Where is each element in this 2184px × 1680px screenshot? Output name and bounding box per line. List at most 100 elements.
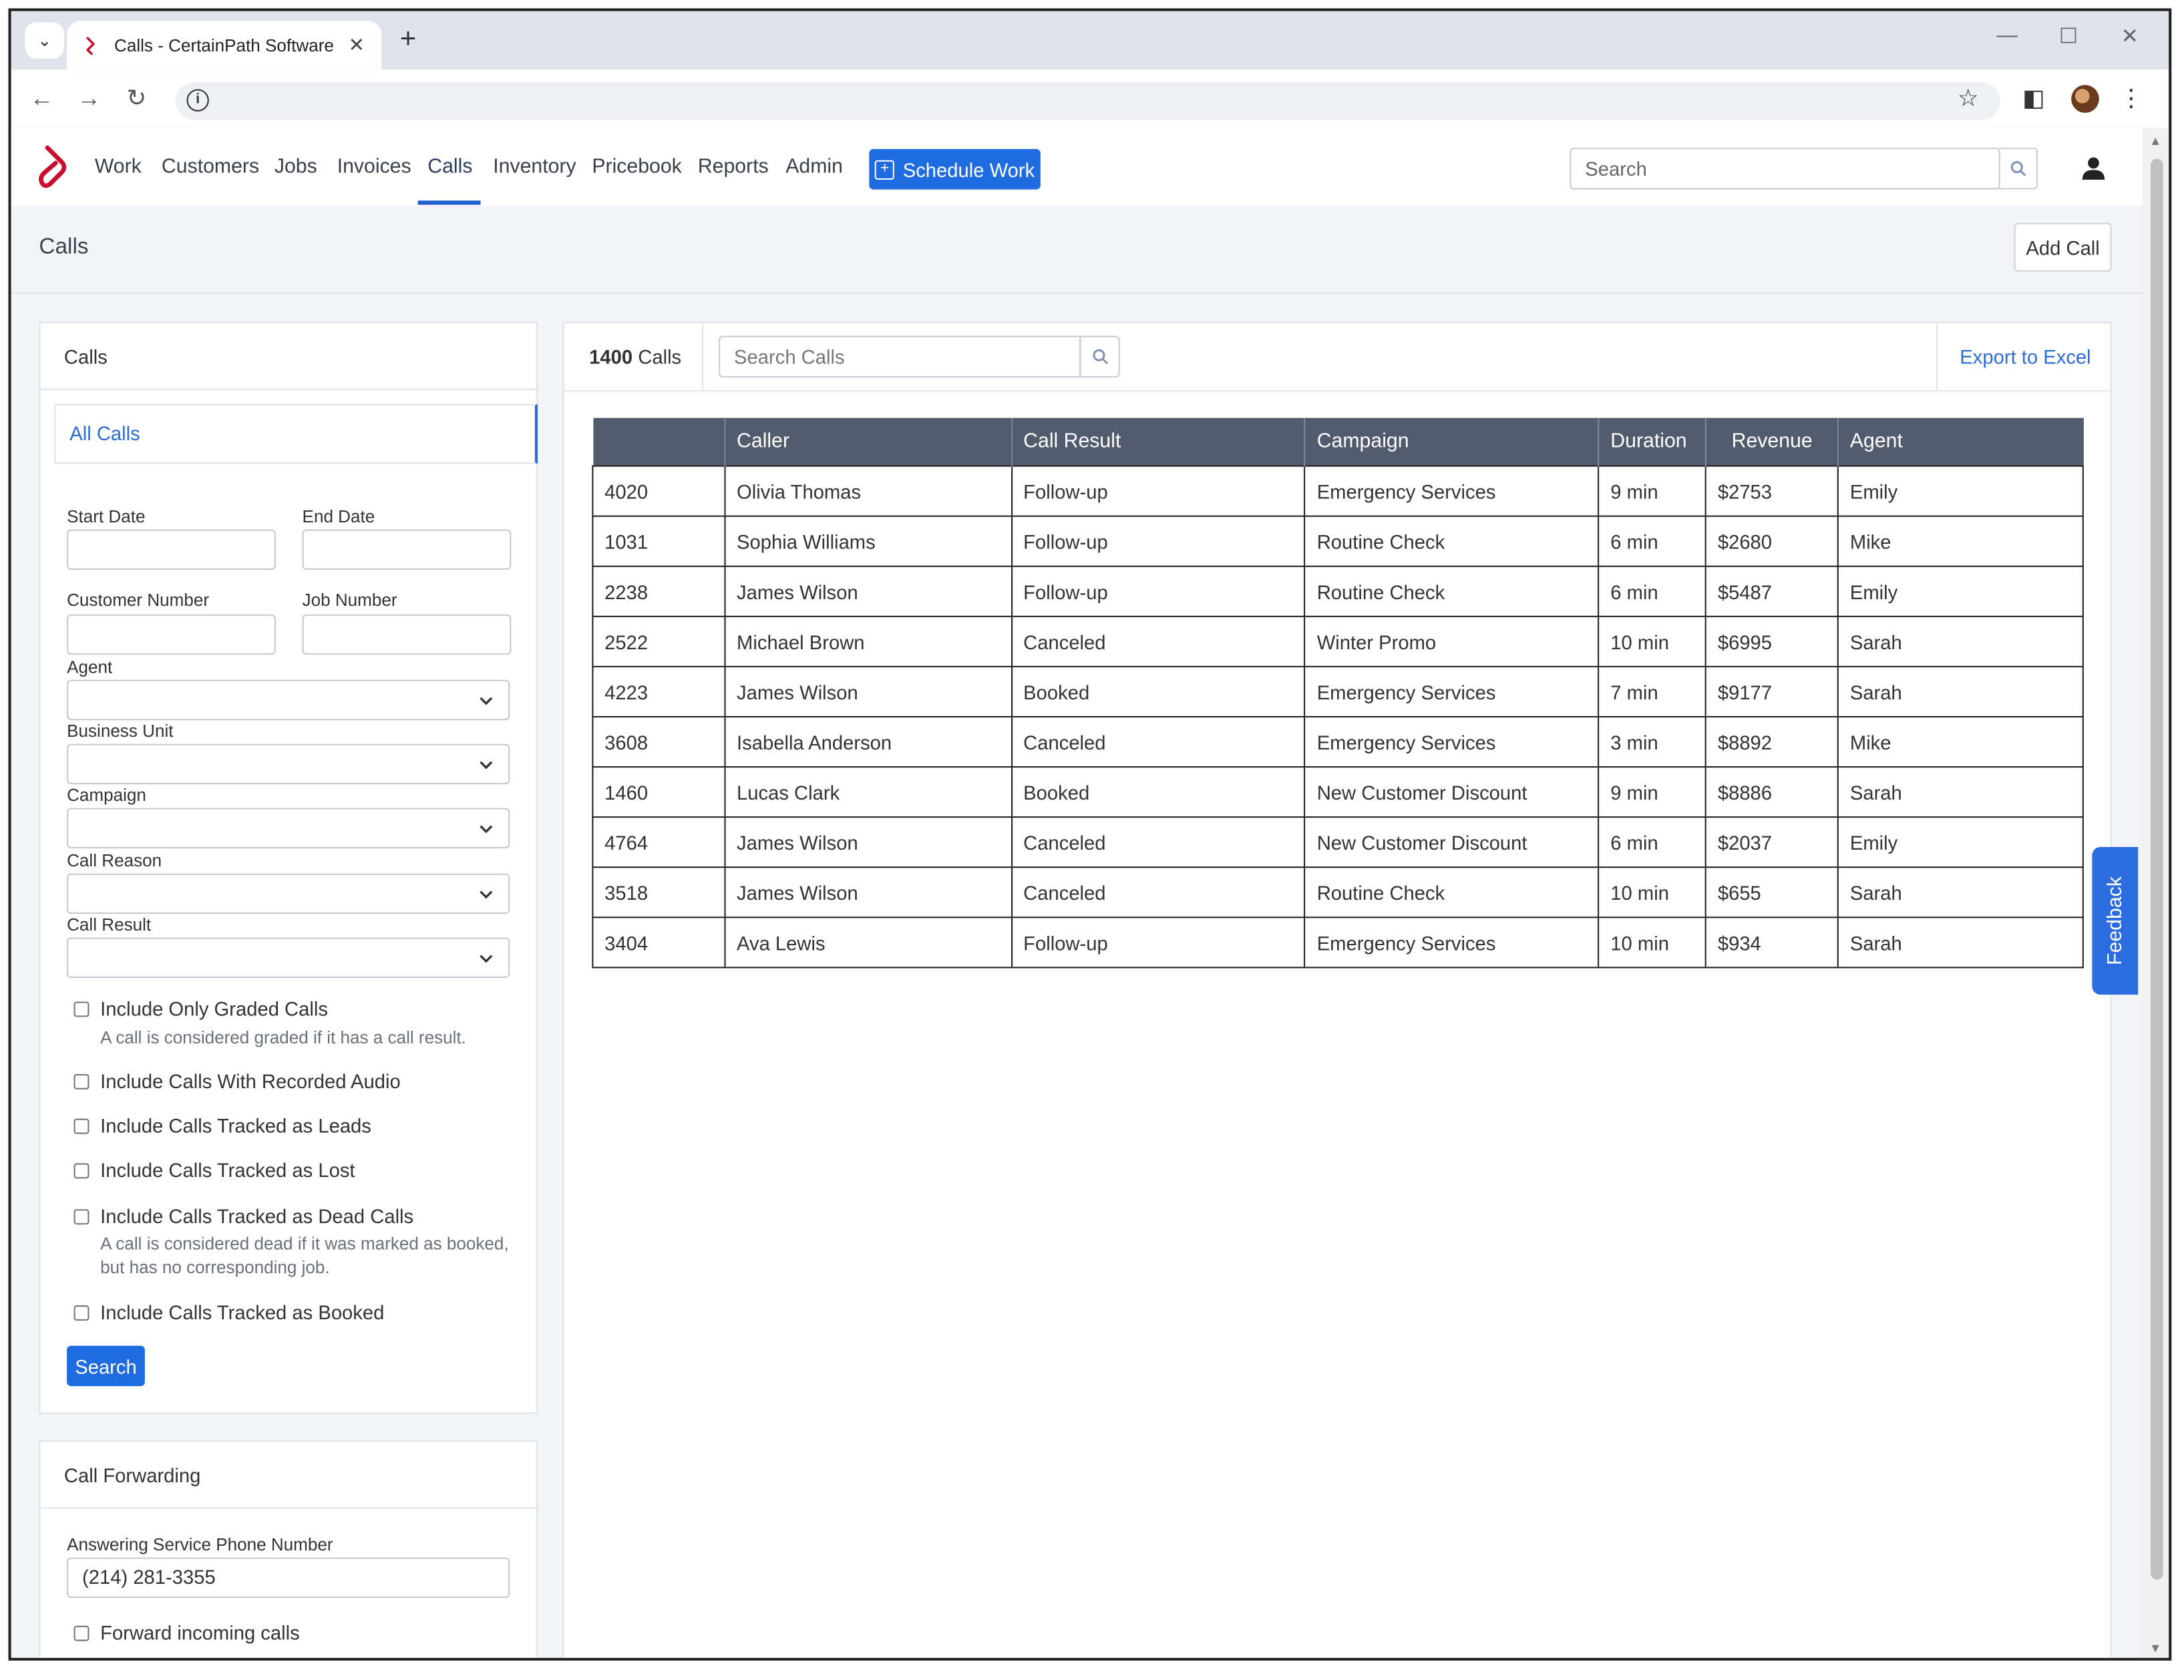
forward-calls-option[interactable]: Forward incoming calls <box>73 1622 300 1644</box>
browser-tab[interactable]: Calls - CertainPath Software ✕ <box>67 21 382 70</box>
column-header-revenue[interactable]: Revenue <box>1706 417 1839 466</box>
table-cell-caller[interactable]: Sophia Williams <box>724 515 1013 567</box>
add-call-button[interactable]: Add Call <box>2014 222 2112 272</box>
global-search-button[interactable] <box>1998 148 2038 190</box>
table-row[interactable]: 2238 James Wilson Follow-up Routine Check 6 … <box>592 565 2084 617</box>
answering-phone-input[interactable]: (214) 281-3355 <box>67 1557 510 1599</box>
column-header-agent[interactable]: Agent <box>1838 417 2083 466</box>
tab-close-icon[interactable]: ✕ <box>345 33 367 57</box>
nav-jobs[interactable]: Jobs <box>275 156 317 178</box>
calls-search-button[interactable] <box>1079 335 1120 378</box>
column-header-call-result[interactable]: Call Result <box>1011 417 1306 466</box>
job-number-input[interactable] <box>302 614 512 655</box>
nav-admin[interactable]: Admin <box>785 156 843 178</box>
schedule-work-button[interactable]: + Schedule Work <box>869 149 1041 190</box>
address-bar[interactable]: i <box>175 82 2000 120</box>
graded-calls-checkbox[interactable] <box>73 1001 89 1017</box>
certainpath-logo-icon[interactable] <box>33 142 78 192</box>
table-row[interactable]: 4764 James Wilson Canceled New Customer Dis… <box>592 816 2084 868</box>
table-row[interactable]: 3518 James Wilson Canceled Routine Check 10 … <box>592 866 2084 918</box>
nav-pricebook[interactable]: Pricebook <box>592 156 681 178</box>
table-cell-caller[interactable]: Michael Brown <box>724 615 1013 667</box>
column-header-campaign[interactable]: Campaign <box>1304 417 1600 466</box>
site-info-icon[interactable]: i <box>186 89 209 112</box>
column-header-duration[interactable]: Duration <box>1598 417 1707 466</box>
call-reason-select[interactable] <box>67 873 510 914</box>
agent-select[interactable] <box>67 679 510 721</box>
scrollbar-thumb[interactable] <box>2151 158 2163 1580</box>
nav-calls[interactable]: Calls <box>427 156 472 178</box>
table-cell-id[interactable]: 3518 <box>592 866 726 918</box>
filter-search-button[interactable]: Search <box>67 1345 145 1387</box>
window-close-button[interactable]: ✕ <box>2109 23 2151 49</box>
table-row[interactable]: 2522 Michael Brown Canceled Winter Promo 10 … <box>592 615 2084 667</box>
table-row[interactable]: 1031 Sophia Williams Follow-up Routine Chec… <box>592 515 2084 567</box>
business-unit-select[interactable] <box>67 743 510 785</box>
table-cell-id[interactable]: 1460 <box>592 766 726 818</box>
customer-number-input[interactable] <box>67 614 276 655</box>
table-row[interactable]: 3608 Isabella Anderson Canceled Emergency S… <box>592 715 2084 768</box>
page-scrollbar[interactable]: ▲ ▼ <box>2142 128 2169 1658</box>
tracked-booked-checkbox[interactable] <box>73 1305 89 1321</box>
table-cell-id[interactable]: 3404 <box>592 916 726 969</box>
tracked-leads-checkbox[interactable] <box>73 1118 89 1134</box>
table-cell-id[interactable]: 2522 <box>592 615 726 667</box>
tracked-lost-option[interactable]: Include Calls Tracked as Lost <box>73 1159 355 1182</box>
profile-avatar-icon[interactable] <box>2071 85 2099 113</box>
column-header-caller[interactable]: Caller <box>725 417 1013 466</box>
table-cell-caller[interactable]: James Wilson <box>724 816 1013 868</box>
table-cell-caller[interactable]: James Wilson <box>724 665 1013 718</box>
calls-search-input[interactable]: Search Calls <box>719 335 1081 378</box>
new-tab-button[interactable]: + <box>393 25 423 56</box>
scroll-down-icon[interactable]: ▼ <box>2149 1641 2162 1655</box>
recorded-audio-option[interactable]: Include Calls With Recorded Audio <box>73 1070 401 1092</box>
table-cell-id[interactable]: 1031 <box>592 515 726 567</box>
table-cell-id[interactable]: 4764 <box>592 816 726 868</box>
call-result-select[interactable] <box>67 937 510 979</box>
global-search-input[interactable]: Search <box>1570 148 2000 190</box>
dead-calls-option[interactable]: Include Calls Tracked as Dead Calls <box>73 1205 414 1227</box>
graded-calls-option[interactable]: Include Only Graded Calls <box>73 997 328 1020</box>
nav-inventory[interactable]: Inventory <box>493 156 576 178</box>
table-cell-id[interactable]: 4020 <box>592 465 726 517</box>
table-cell-id[interactable]: 4223 <box>592 665 726 718</box>
nav-work[interactable]: Work <box>95 156 142 178</box>
table-cell-caller[interactable]: Isabella Anderson <box>724 715 1013 768</box>
campaign-select[interactable] <box>67 808 510 849</box>
nav-invoices[interactable]: Invoices <box>337 156 411 178</box>
nav-reports[interactable]: Reports <box>698 156 769 178</box>
export-to-excel-link[interactable]: Export to Excel <box>1960 345 2090 367</box>
dead-calls-checkbox[interactable] <box>73 1208 89 1224</box>
tracked-lost-checkbox[interactable] <box>73 1162 89 1178</box>
forward-calls-checkbox[interactable] <box>73 1625 89 1641</box>
table-cell-id[interactable]: 2238 <box>592 565 726 617</box>
table-cell-caller[interactable]: Ava Lewis <box>724 916 1013 969</box>
tab-list-chevron-icon[interactable]: ⌄ <box>25 22 64 59</box>
user-account-icon[interactable] <box>2081 156 2107 182</box>
column-header-id[interactable] <box>592 417 726 466</box>
browser-menu-icon[interactable]: ⋮ <box>2115 83 2148 114</box>
table-row[interactable]: 4223 James Wilson Booked Emergency Services… <box>592 665 2084 718</box>
bookmark-star-icon[interactable]: ☆ <box>1952 83 1985 114</box>
table-row[interactable]: 1460 Lucas Clark Booked New Customer Discou… <box>592 766 2084 818</box>
scroll-up-icon[interactable]: ▲ <box>2149 134 2162 148</box>
feedback-tab[interactable]: Feedback <box>2092 846 2139 995</box>
forward-arrow-icon[interactable]: → <box>72 83 106 114</box>
recorded-audio-checkbox[interactable] <box>73 1073 89 1089</box>
table-row[interactable]: 3404 Ava Lewis Follow-up Emergency Services… <box>592 916 2084 969</box>
tracked-leads-option[interactable]: Include Calls Tracked as Leads <box>73 1114 371 1137</box>
maximize-button[interactable]: ☐ <box>2048 23 2090 49</box>
nav-customers[interactable]: Customers <box>162 156 259 178</box>
table-row[interactable]: 4020 Olivia Thomas Follow-up Emergency Serv… <box>592 465 2084 517</box>
table-cell-caller[interactable]: Olivia Thomas <box>724 465 1013 517</box>
end-date-input[interactable] <box>302 529 512 570</box>
side-panel-icon[interactable]: ◧ <box>2017 83 2050 114</box>
start-date-input[interactable] <box>67 529 276 570</box>
table-cell-id[interactable]: 3608 <box>592 715 726 768</box>
minimize-button[interactable]: — <box>1986 23 2028 47</box>
back-arrow-icon[interactable]: ← <box>25 83 59 114</box>
table-cell-caller[interactable]: Lucas Clark <box>724 766 1013 818</box>
reload-icon[interactable]: ↻ <box>120 83 153 114</box>
table-cell-caller[interactable]: James Wilson <box>724 565 1013 617</box>
table-cell-caller[interactable]: James Wilson <box>724 866 1013 918</box>
